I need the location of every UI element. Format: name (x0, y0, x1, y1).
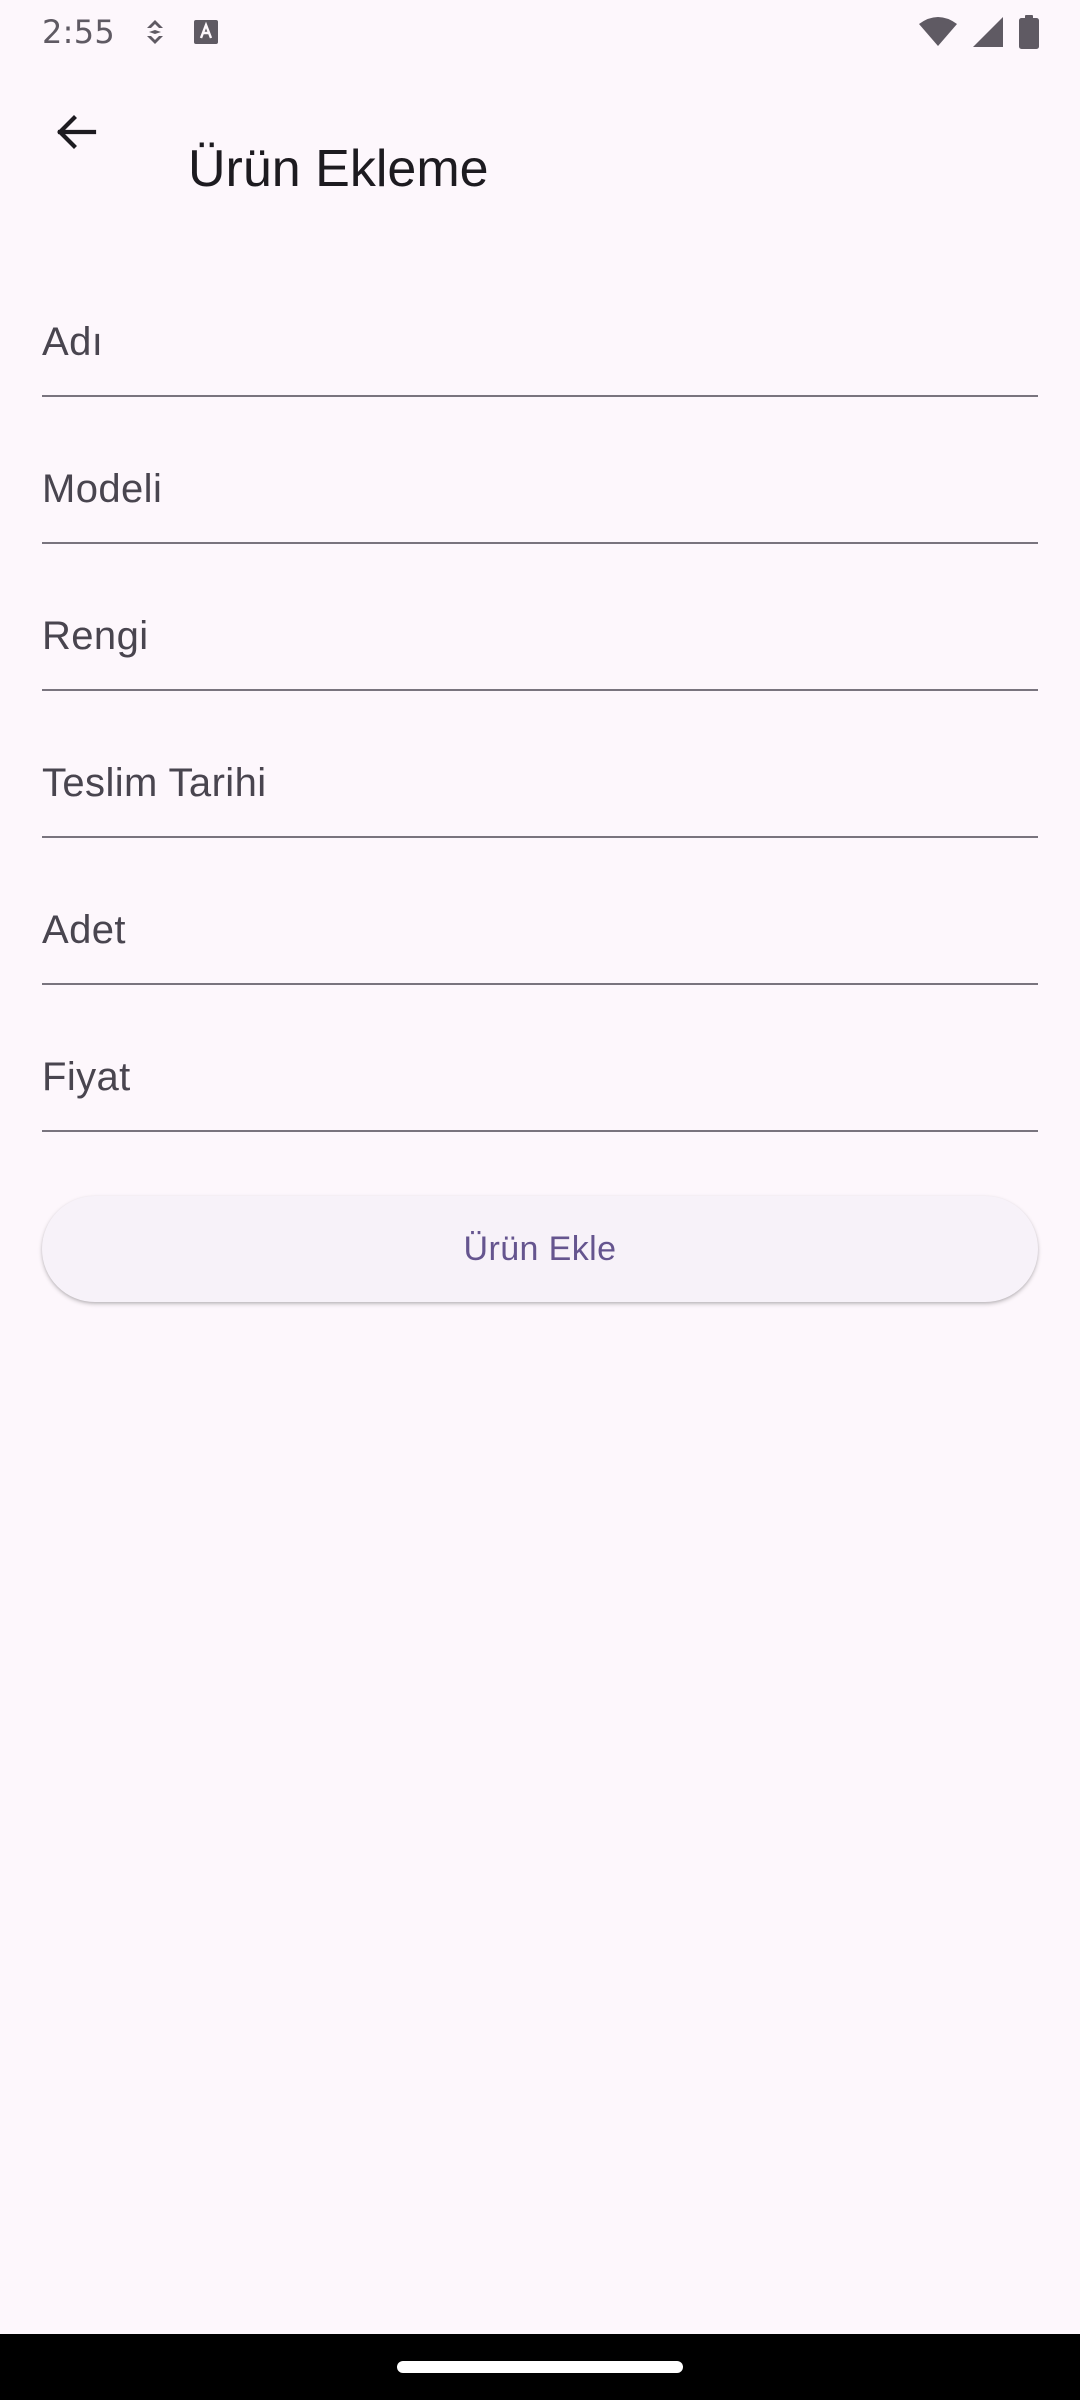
delivery-date-field (42, 691, 1038, 838)
data-saver-icon (143, 18, 167, 46)
page-title: Ürün Ekleme (188, 139, 489, 198)
delivery-date-input[interactable] (42, 691, 1038, 836)
quantity-input[interactable] (42, 838, 1038, 983)
model-field (42, 397, 1038, 544)
arrow-back-icon (52, 108, 100, 161)
navigation-bar (0, 2334, 1080, 2400)
color-input[interactable] (42, 544, 1038, 689)
quantity-field (42, 838, 1038, 985)
price-field (42, 985, 1038, 1132)
wifi-icon (918, 16, 958, 48)
product-form (42, 250, 1038, 1132)
name-input[interactable] (42, 250, 1038, 395)
signal-icon (972, 16, 1004, 48)
name-field (42, 250, 1038, 397)
app-bar: Ürün Ekleme (0, 64, 1080, 208)
status-icons-left (143, 18, 219, 46)
status-bar: 2:55 (0, 0, 1080, 64)
status-time: 2:55 (42, 13, 116, 51)
price-input[interactable] (42, 985, 1038, 1130)
status-left: 2:55 (42, 13, 219, 51)
model-input[interactable] (42, 397, 1038, 542)
text-a-icon (193, 19, 219, 45)
add-product-button[interactable]: Ürün Ekle (42, 1196, 1038, 1302)
home-gesture-handle[interactable] (397, 2361, 683, 2373)
status-right (918, 15, 1040, 49)
back-button[interactable] (28, 86, 124, 182)
battery-icon (1018, 15, 1040, 49)
color-field (42, 544, 1038, 691)
